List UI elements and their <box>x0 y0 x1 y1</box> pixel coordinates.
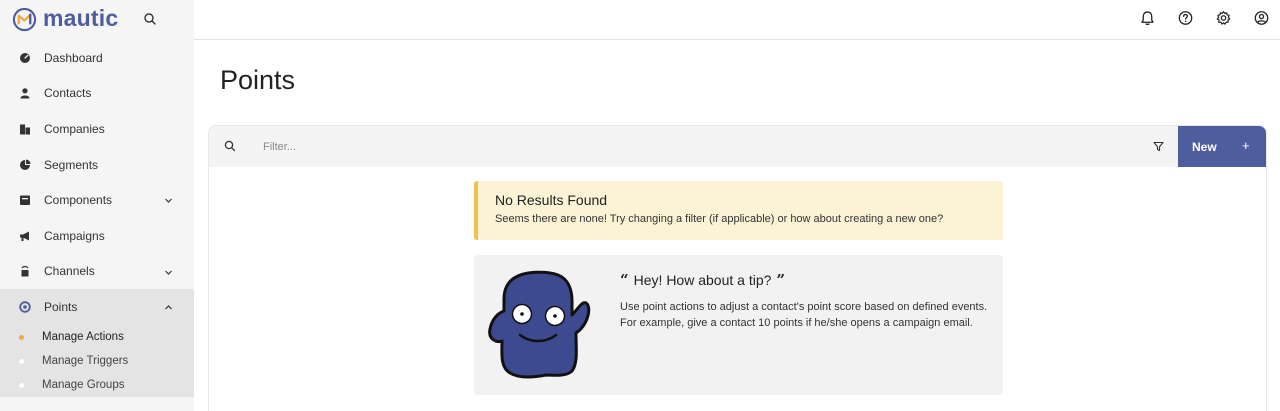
alert-text: Seems there are none! Try changing a fil… <box>495 213 944 225</box>
help-icon[interactable] <box>1177 8 1194 28</box>
gear-icon[interactable] <box>1215 8 1232 28</box>
sidebar-subitem-label: Manage Groups <box>42 378 125 391</box>
sidebar-item-label: Companies <box>44 121 105 136</box>
top-icons <box>1139 8 1270 28</box>
sidebar-item-dashboard[interactable]: Dashboard <box>0 40 194 76</box>
building-icon <box>19 123 31 135</box>
logo-area: mautic <box>0 0 194 40</box>
new-button-label: New <box>1192 139 1217 154</box>
tip-heading-text: Hey! How about a tip? <box>633 272 772 288</box>
plus-icon: + <box>1242 138 1250 153</box>
top-bar: mautic <box>0 0 1280 40</box>
tip-heading: “ Hey! How about a tip? ” <box>620 271 785 289</box>
sidebar-subitem-label: Manage Actions <box>42 330 124 343</box>
chevron-down-icon[interactable] <box>164 268 173 277</box>
sidebar-item-label: Segments <box>44 157 99 172</box>
pie-icon <box>19 159 31 171</box>
sidebar-item-points[interactable]: Points <box>0 289 194 325</box>
sidebar-item-label: Dashboard <box>44 50 103 65</box>
main-content: Points New + No Results Found Seems ther… <box>194 40 1280 411</box>
dashboard-icon <box>19 52 31 64</box>
sidebar-subitem-manage-actions[interactable]: Manage Actions <box>0 324 194 349</box>
sidebar-item-segments[interactable]: Segments <box>0 147 194 183</box>
sidebar-item-campaigns[interactable]: Campaigns <box>0 218 194 254</box>
filter-input[interactable] <box>255 134 1135 159</box>
list-panel: New + No Results Found Seems there are n… <box>208 125 1267 411</box>
sidebar-subitem-label: Manage Triggers <box>42 354 129 367</box>
sidebar-item-contacts[interactable]: Contacts <box>0 76 194 112</box>
sidebar-item-label: Components <box>44 193 113 208</box>
filter-funnel-icon[interactable] <box>1153 141 1164 152</box>
sidebar: Dashboard Contacts Companies Segments Co… <box>0 40 194 411</box>
sidebar-subitem-manage-groups[interactable]: Manage Groups <box>0 372 194 397</box>
active-dot <box>19 334 24 340</box>
contact-icon <box>19 87 31 99</box>
sidebar-item-label: Campaigns <box>44 228 105 243</box>
sidebar-item-companies[interactable]: Companies <box>0 111 194 147</box>
search-icon[interactable] <box>143 12 157 26</box>
tip-body: Use point actions to adjust a contact's … <box>620 301 988 329</box>
chevron-up-icon[interactable] <box>164 303 173 312</box>
sidebar-item-label: Contacts <box>44 86 92 101</box>
points-icon <box>19 301 31 313</box>
sidebar-item-label: Points <box>44 299 78 314</box>
quote-close-icon: ” <box>776 271 786 289</box>
channel-icon <box>19 265 31 277</box>
inactive-dot <box>19 382 24 388</box>
sidebar-subitem-manage-triggers[interactable]: Manage Triggers <box>0 348 194 373</box>
alert-title: No Results Found <box>495 192 608 208</box>
user-icon[interactable] <box>1253 8 1270 28</box>
sidebar-item-label: Channels <box>44 264 95 279</box>
tip-card: “ Hey! How about a tip? ” Use point acti… <box>474 255 1003 395</box>
search-icon <box>224 140 236 152</box>
sidebar-item-components[interactable]: Components <box>0 182 194 218</box>
inactive-dot <box>19 358 24 364</box>
page-title: Points <box>220 65 296 95</box>
toolbar: New + <box>209 126 1266 167</box>
mautic-logo-icon[interactable] <box>12 7 37 32</box>
bell-icon[interactable] <box>1139 8 1156 28</box>
no-results-alert: No Results Found Seems there are none! T… <box>474 181 1003 240</box>
new-button[interactable]: New + <box>1178 126 1266 167</box>
sidebar-item-channels[interactable]: Channels <box>0 254 194 290</box>
component-icon <box>19 194 31 206</box>
mascot-illustration <box>488 270 591 379</box>
logo-text: mautic <box>43 5 119 31</box>
chevron-down-icon[interactable] <box>164 196 173 205</box>
quote-open-icon: “ <box>620 271 629 289</box>
megaphone-icon <box>19 230 31 242</box>
